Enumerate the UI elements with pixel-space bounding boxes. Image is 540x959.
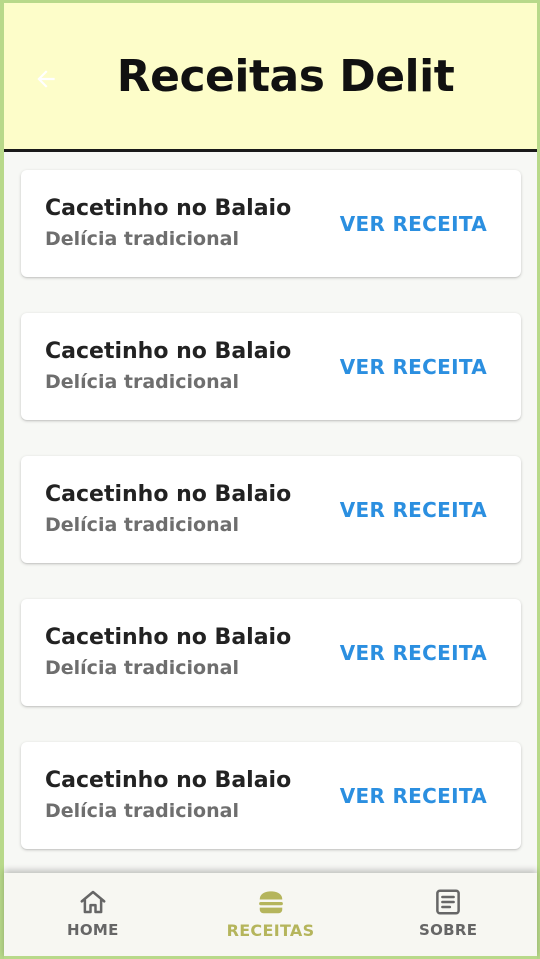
view-recipe-button[interactable]: VER RECEITA xyxy=(340,498,487,522)
nav-item-receitas[interactable]: RECEITAS xyxy=(182,873,360,956)
recipe-subtitle: Delícia tradicional xyxy=(45,228,239,250)
recipe-title: Cacetinho no Balaio xyxy=(45,196,292,221)
nav-label-sobre: SOBRE xyxy=(419,921,478,939)
recipe-subtitle: Delícia tradicional xyxy=(45,657,239,679)
recipe-title: Cacetinho no Balaio xyxy=(45,768,292,793)
recipe-card: Cacetinho no Balaio Delícia tradicional … xyxy=(21,313,521,420)
recipe-card: Cacetinho no Balaio Delícia tradicional … xyxy=(21,170,521,277)
burger-icon xyxy=(258,891,283,914)
bottom-navigation: HOME RECEITAS SOBRE xyxy=(4,873,537,959)
article-icon xyxy=(436,889,461,915)
recipe-title: Cacetinho no Balaio xyxy=(45,625,292,650)
nav-label-home: HOME xyxy=(66,921,119,939)
recipe-card: Cacetinho no Balaio Delícia tradicional … xyxy=(21,742,521,849)
recipe-subtitle: Delícia tradicional xyxy=(45,371,239,393)
back-button[interactable] xyxy=(30,63,62,95)
nav-label-receitas: RECEITAS xyxy=(226,921,315,940)
home-icon xyxy=(80,890,106,914)
nav-item-sobre[interactable]: SOBRE xyxy=(359,873,537,956)
recipe-title: Cacetinho no Balaio xyxy=(45,482,292,507)
recipe-card: Cacetinho no Balaio Delícia tradicional … xyxy=(21,599,521,706)
recipe-subtitle: Delícia tradicional xyxy=(45,800,239,822)
page-title: Receitas Delit xyxy=(116,50,455,102)
view-recipe-button[interactable]: VER RECEITA xyxy=(340,355,487,379)
view-recipe-button[interactable]: VER RECEITA xyxy=(340,784,487,808)
view-recipe-button[interactable]: VER RECEITA xyxy=(340,212,487,236)
nav-item-home[interactable]: HOME xyxy=(4,873,182,956)
arrow-left-icon xyxy=(37,70,55,88)
view-recipe-button[interactable]: VER RECEITA xyxy=(340,641,487,665)
recipe-subtitle: Delícia tradicional xyxy=(45,514,239,536)
recipe-card: Cacetinho no Balaio Delícia tradicional … xyxy=(21,456,521,563)
recipe-title: Cacetinho no Balaio xyxy=(45,339,292,364)
recipe-list: Cacetinho no Balaio Delícia tradicional … xyxy=(21,170,521,885)
app-header: Receitas Delit xyxy=(4,0,537,152)
